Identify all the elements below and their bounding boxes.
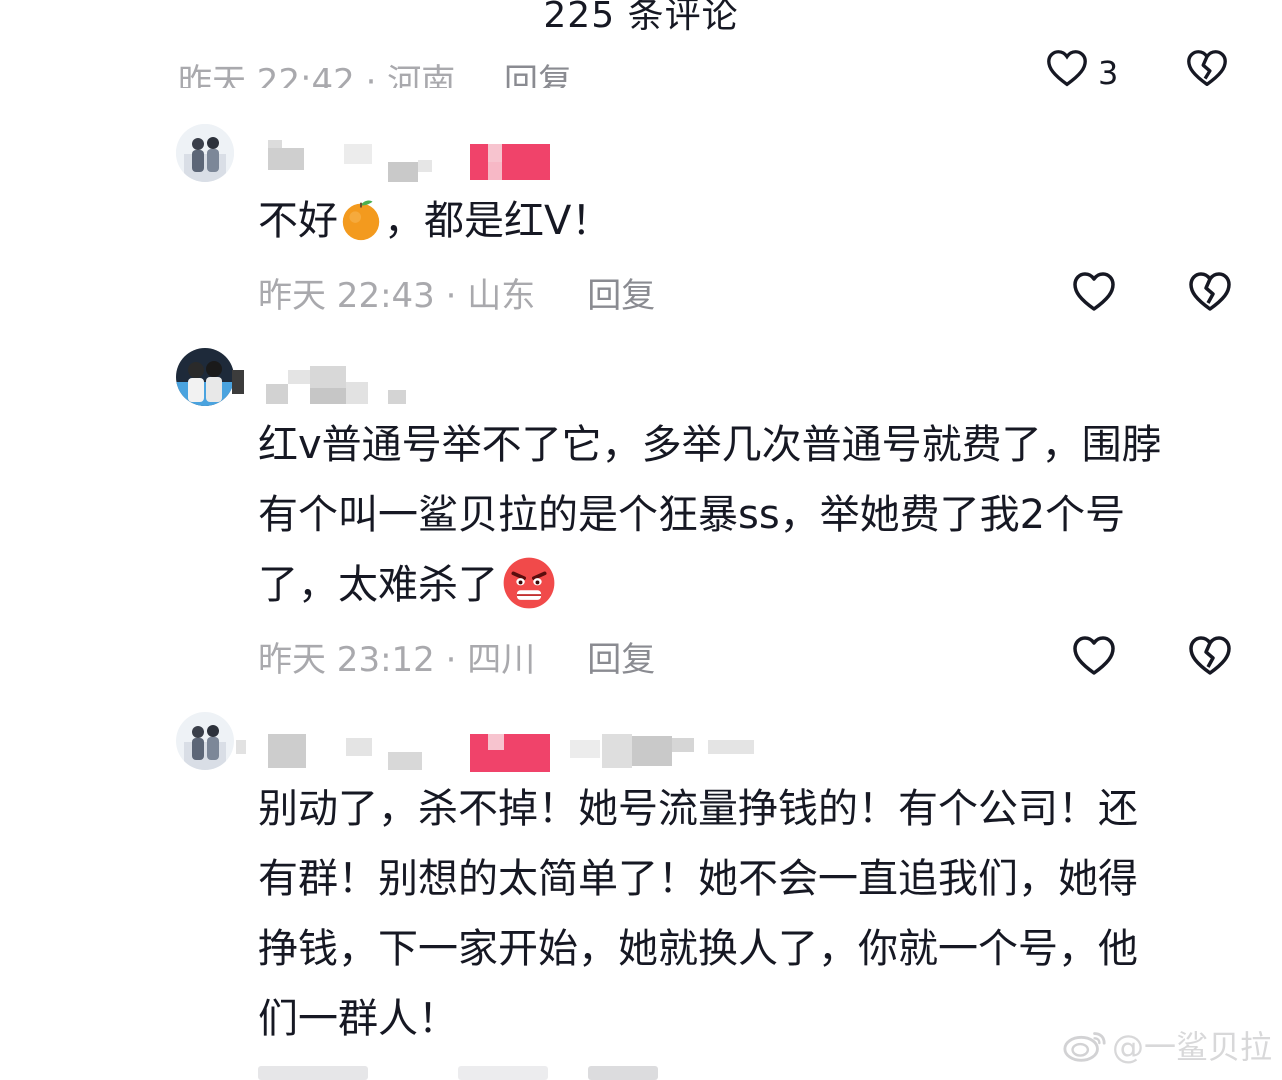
weibo-watermark: @一鲨贝拉 bbox=[1062, 1022, 1272, 1068]
like-icon[interactable] bbox=[1044, 48, 1090, 88]
reply-button[interactable]: 回复 bbox=[587, 632, 655, 681]
like-icon[interactable] bbox=[1070, 268, 1118, 316]
tangerine-emoji bbox=[342, 200, 380, 241]
comment-count-title: 225 条评论 bbox=[543, 0, 739, 36]
watermark-text: @一鲨贝拉 bbox=[1111, 1028, 1272, 1066]
avatar[interactable] bbox=[176, 712, 234, 770]
comment-text: 不好 ，都是红V！ bbox=[258, 198, 612, 244]
timestamp-location: 昨天 22:43 · 山东 bbox=[258, 275, 536, 316]
dislike-icon[interactable] bbox=[1186, 632, 1234, 680]
comment-text: 别动了，杀不掉！她号流量挣钱的！有个公司！还 有群！别想的太简单了！她不会一直追… bbox=[258, 786, 1138, 1042]
previous-comment-meta: 昨天 22:42 · 河南 回复 3 bbox=[178, 48, 1278, 88]
dislike-icon[interactable] bbox=[1184, 48, 1230, 88]
angry-face-emoji bbox=[503, 557, 555, 609]
badge-blurred bbox=[470, 734, 550, 772]
reply-button[interactable]: 回复 bbox=[587, 268, 655, 317]
comment-text: 红v普通号举不了它，多举几次普通号就费了，围脖 有个叫一鲨贝拉的是个狂暴ss，举… bbox=[258, 410, 1248, 620]
username-blurred[interactable] bbox=[236, 732, 762, 772]
username-blurred[interactable] bbox=[232, 364, 762, 404]
avatar[interactable] bbox=[176, 348, 234, 406]
username-blurred[interactable] bbox=[262, 140, 762, 182]
timestamp-location: 昨天 23:12 · 四川 bbox=[258, 639, 536, 680]
timestamp-location: 昨天 22:42 · 河南 bbox=[178, 62, 456, 88]
weibo-logo-icon bbox=[1063, 1032, 1106, 1062]
next-comment-meta-cut bbox=[258, 1066, 1258, 1080]
dislike-icon[interactable] bbox=[1186, 268, 1234, 316]
like-count: 3 bbox=[1098, 54, 1119, 88]
avatar[interactable] bbox=[176, 124, 234, 182]
reply-button[interactable]: 回复 bbox=[504, 54, 572, 88]
like-icon[interactable] bbox=[1070, 632, 1118, 680]
